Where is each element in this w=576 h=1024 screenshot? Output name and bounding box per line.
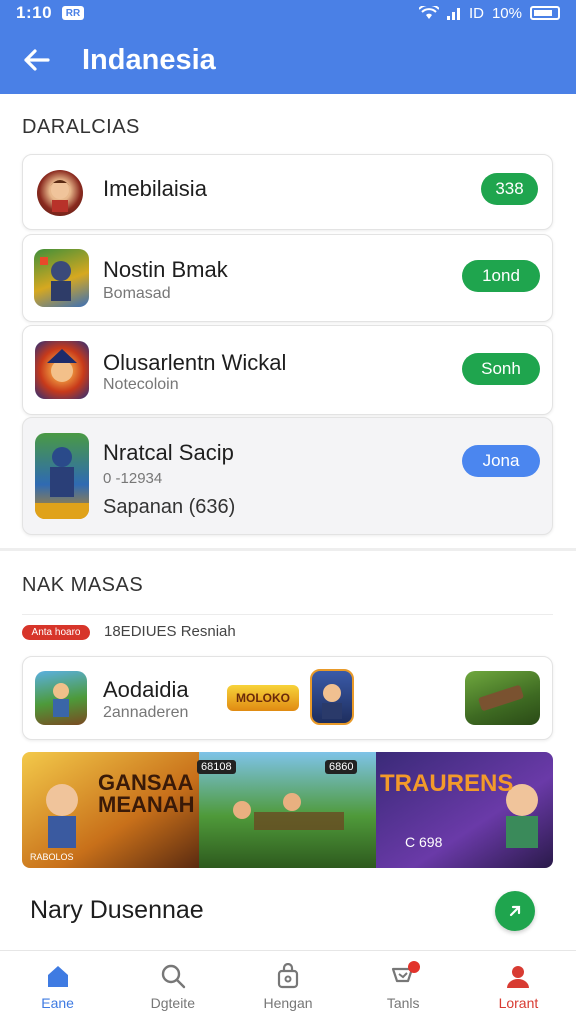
banner-right-title: TRAURENS (380, 770, 514, 797)
section-label-2: NAK MASAS (22, 574, 144, 596)
nav-item-bag[interactable]: Hengan (230, 951, 345, 1024)
app-icon (37, 170, 83, 216)
promo-banner[interactable]: GANSAA MEANAH RABOLOS 68108 6860 TRAUREN… (22, 752, 553, 868)
nav-item-profile[interactable]: Lorant (461, 951, 576, 1024)
list-item-1[interactable]: Imebilaisia 338 (22, 154, 553, 230)
banner-left-title: GANSAA MEANAH (98, 770, 195, 817)
battery-percent: 10% (491, 4, 522, 22)
price-button[interactable]: 338 (481, 173, 538, 205)
app-icon (35, 433, 89, 519)
list-item-5[interactable]: Aodaidia 2annaderen MOLOKO (22, 656, 553, 740)
nav-item-home[interactable]: Eane (0, 951, 115, 1024)
notification-icon: RR (62, 6, 85, 20)
nav-label: Eane (41, 995, 74, 1011)
price-button[interactable]: Sonh (462, 353, 540, 385)
app-subtitle: Bomasad (103, 285, 171, 302)
home-icon (47, 966, 68, 987)
list-item-4[interactable]: Nratcal Sacip 0 -12934 Sapanan (636) Jon… (22, 417, 553, 535)
app-name: Aodaidia (103, 677, 189, 702)
section-label-1: DARALCIAS (22, 116, 140, 138)
banner-mid-tag-1: 68108 (197, 760, 236, 774)
search-icon (161, 964, 185, 989)
nav-label: Tanls (386, 995, 420, 1011)
app-icon (35, 671, 87, 725)
screenshot-thumbnail (465, 671, 540, 725)
notification-badge (407, 961, 420, 973)
section-divider (0, 548, 576, 551)
bag-icon (277, 963, 299, 989)
app-subtitle: Notecoloin (103, 376, 179, 393)
status-badge: Anta hoaro (22, 625, 90, 640)
app-version: 0 -12934 (103, 470, 163, 487)
profile-icon (507, 966, 530, 988)
banner-left-tag: RABOLOS (30, 852, 74, 862)
app-size: Sapanan (636) (103, 496, 236, 518)
footer-row-title: Nary Dusennae (30, 896, 204, 924)
install-button[interactable]: Jona (462, 445, 540, 477)
status-time: 1:10 (16, 3, 53, 22)
app-name: Nratcal Sacip (103, 440, 234, 465)
game-logo: MOLOKO (227, 685, 299, 711)
list-item-3[interactable]: Olusarlentn Wickal Notecoloin Sonh (22, 325, 553, 415)
nav-item-search[interactable]: Dgteite (115, 951, 230, 1024)
nav-label: Lorant (498, 995, 539, 1011)
app-name: Imebilaisia (103, 176, 207, 201)
wifi-icon (418, 6, 439, 19)
arrow-icon (509, 905, 521, 917)
open-button[interactable] (495, 891, 535, 931)
app-bar: Indanesia (0, 26, 576, 94)
battery-icon (530, 6, 560, 20)
meta-text: 18EDIUES Resniah (104, 623, 236, 640)
app-name: Olusarlentn Wickal (103, 350, 287, 375)
page-title: Indanesia (82, 43, 216, 76)
nav-label: Dgteite (150, 995, 195, 1011)
signal-icon (446, 8, 460, 20)
nav-label: Hengan (263, 995, 313, 1011)
banner-right-tag: C 698 (405, 834, 443, 850)
arrow-left-icon (24, 49, 50, 71)
app-icon (35, 341, 89, 399)
nav-item-cart[interactable]: Tanls (346, 951, 461, 1024)
list-item-2[interactable]: Nostin Bmak Bomasad 1ond (22, 234, 553, 322)
status-right: ID 10% (418, 4, 560, 22)
app-name: Nostin Bmak (103, 257, 228, 282)
app-icon (34, 249, 89, 307)
price-button[interactable]: 1ond (462, 260, 540, 292)
banner-mid-tag-2: 6860 (325, 760, 358, 774)
bottom-nav: Eane Dgteite Hengan Tanls Lorant (0, 950, 576, 1024)
app-subtitle: 2annaderen (103, 704, 189, 721)
status-bar: 1:10 RR ID 10% (0, 0, 576, 26)
divider-line (22, 614, 553, 615)
status-signal-text: ID (468, 4, 484, 22)
character-thumbnail (310, 669, 354, 725)
back-button[interactable] (20, 44, 52, 76)
